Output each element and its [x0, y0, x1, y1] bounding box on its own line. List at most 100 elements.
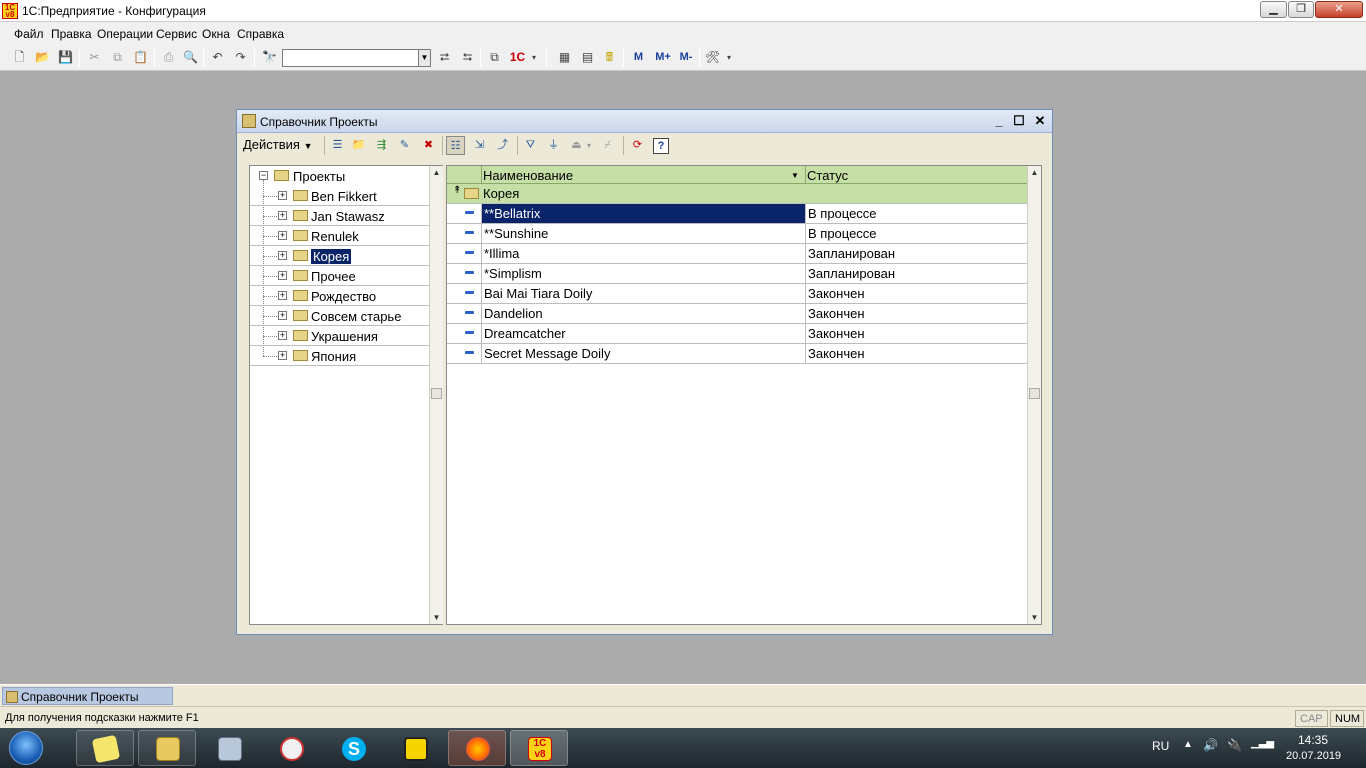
add-item-icon[interactable]: ☰ [328, 136, 347, 155]
tree-item[interactable]: + Прочее [250, 266, 430, 286]
tree-item[interactable]: + Украшения [250, 326, 430, 346]
search-input[interactable] [282, 49, 422, 67]
group-row[interactable]: ↟ Корея [447, 184, 1027, 204]
menu-operations[interactable]: Операции [97, 27, 153, 41]
table-row[interactable]: Secret Message Doily Закончен [447, 344, 1027, 364]
expand-icon[interactable]: + [278, 211, 287, 220]
memory-minus-button[interactable]: M- [675, 49, 697, 66]
delete-item-icon[interactable]: ✖ [419, 136, 438, 155]
table-row[interactable]: Bai Mai Tiara Doily Закончен [447, 284, 1027, 304]
taskbar-thebat[interactable] [386, 730, 444, 766]
power-icon[interactable]: 🔌 [1227, 738, 1242, 752]
scroll-up-icon[interactable]: ▲ [1028, 166, 1041, 179]
level-up-icon[interactable]: ⤴ [493, 136, 512, 155]
window-minimize-button[interactable]: _ [990, 113, 1008, 130]
expand-icon[interactable]: + [278, 231, 287, 240]
cell-status[interactable]: В процессе [805, 204, 1027, 223]
clock-date[interactable]: 20.07.2019 [1286, 750, 1341, 762]
redo-icon[interactable]: ↷ [232, 49, 249, 66]
calendar-icon[interactable]: ▤ [579, 49, 596, 66]
hierarchy-toggle-icon[interactable]: ☷ [446, 136, 465, 155]
tree-item[interactable]: + Рождество [250, 286, 430, 306]
taskbar-explorer[interactable] [138, 730, 196, 766]
column-status-header[interactable]: Статус [807, 168, 848, 183]
taskbar-firefox[interactable] [448, 730, 506, 766]
chevron-down-icon[interactable]: ▾ [724, 49, 734, 66]
cell-status[interactable]: Запланирован [805, 264, 1027, 283]
tree-item[interactable]: + Ben Fikkert [250, 186, 430, 206]
taskbar-skype[interactable]: S [324, 730, 382, 766]
actions-menu[interactable]: Действия ▼ [243, 137, 313, 152]
cell-status[interactable]: Закончен [805, 304, 1027, 323]
volume-icon[interactable]: 🔊 [1203, 738, 1218, 752]
memory-button[interactable]: M [630, 49, 647, 66]
paste-icon[interactable]: 📋 [132, 49, 149, 66]
table-row[interactable]: Dreamcatcher Закончен [447, 324, 1027, 344]
tree-item[interactable]: + Корея [250, 246, 430, 266]
refresh-icon[interactable]: ⟳ [628, 136, 647, 155]
close-button[interactable]: ✕ [1315, 1, 1363, 18]
find-prev-icon[interactable]: ⮀ [459, 49, 476, 66]
undo-icon[interactable]: ↶ [209, 49, 226, 66]
help-icon[interactable]: ? [653, 138, 669, 154]
copy-item-icon[interactable]: ⇶ [372, 136, 391, 155]
copy-icon[interactable]: ⧉ [109, 49, 126, 66]
scroll-thumb[interactable] [431, 388, 442, 399]
cell-name[interactable]: Dandelion [481, 304, 805, 323]
expand-icon[interactable]: + [278, 191, 287, 200]
cell-status[interactable]: Закончен [805, 284, 1027, 303]
taskbar-calculator[interactable] [200, 730, 258, 766]
calculator-icon[interactable]: 🖩 [601, 49, 618, 66]
clock-time[interactable]: 14:35 [1298, 733, 1328, 747]
cut-icon[interactable]: ✂ [86, 49, 103, 66]
cell-name[interactable]: Bai Mai Tiara Doily [481, 284, 805, 303]
chevron-down-icon[interactable]: ▾ [584, 136, 594, 155]
table-icon[interactable]: ▦ [556, 49, 573, 66]
preview-icon[interactable]: 🔍 [182, 49, 199, 66]
cell-status[interactable]: Закончен [805, 344, 1027, 363]
tree-item[interactable]: + Япония [250, 346, 430, 366]
window-maximize-button[interactable]: ☐ [1010, 113, 1028, 130]
find-next-icon[interactable]: ⮂ [436, 49, 453, 66]
column-name-header[interactable]: Наименование [483, 168, 573, 183]
taskbar-stickynotes[interactable] [76, 730, 134, 766]
save-icon[interactable]: 💾 [57, 49, 74, 66]
scroll-down-icon[interactable]: ▼ [430, 611, 443, 624]
table-row[interactable]: *Simplism Запланирован [447, 264, 1027, 284]
taskbar-1c[interactable]: 1C v8 [510, 730, 568, 766]
list-mode-icon[interactable]: ⇲ [470, 136, 489, 155]
table-row[interactable]: **Bellatrix В процессе [447, 204, 1027, 224]
minimize-button[interactable]: ▁ [1260, 1, 1287, 18]
menu-service[interactable]: Сервис [156, 27, 197, 41]
filter-value-icon[interactable]: ⏚ [544, 136, 563, 155]
cell-name[interactable]: **Bellatrix [481, 204, 805, 223]
memory-plus-button[interactable]: M+ [652, 49, 674, 66]
cell-name[interactable]: **Sunshine [481, 224, 805, 243]
scroll-down-icon[interactable]: ▼ [1028, 611, 1041, 624]
table-row[interactable]: *Illima Запланирован [447, 244, 1027, 264]
expand-icon[interactable]: + [278, 351, 287, 360]
tree-item[interactable]: + Jan Stawasz [250, 206, 430, 226]
expand-icon[interactable]: + [278, 311, 287, 320]
menu-help[interactable]: Справка [237, 27, 284, 41]
cell-name[interactable]: *Illima [481, 244, 805, 263]
taskbar-snipping[interactable] [262, 730, 320, 766]
grid-scrollbar[interactable]: ▲ ▼ [1027, 166, 1041, 624]
help-1c-icon[interactable]: 1C [509, 49, 526, 66]
menu-file[interactable]: Файл [14, 27, 44, 41]
table-row[interactable]: **Sunshine В процессе [447, 224, 1027, 244]
table-row[interactable]: Dandelion Закончен [447, 304, 1027, 324]
open-icon[interactable]: 📂 [34, 49, 51, 66]
show-hidden-icons-icon[interactable]: ▲ [1183, 739, 1193, 750]
tree-scrollbar[interactable]: ▲ ▼ [429, 166, 443, 624]
tools-icon[interactable]: 🛠 [704, 49, 721, 66]
edit-item-icon[interactable]: ✎ [395, 136, 414, 155]
cell-status[interactable]: Закончен [805, 324, 1027, 343]
expand-icon[interactable]: + [278, 271, 287, 280]
network-signal-icon[interactable]: ▁▃▅ [1251, 738, 1274, 749]
clear-filter-icon[interactable]: ⌿ [598, 136, 617, 155]
cell-name[interactable]: Secret Message Doily [481, 344, 805, 363]
tree-root[interactable]: − Проекты [250, 166, 430, 186]
scroll-up-icon[interactable]: ▲ [430, 166, 443, 179]
cell-name[interactable]: *Simplism [481, 264, 805, 283]
